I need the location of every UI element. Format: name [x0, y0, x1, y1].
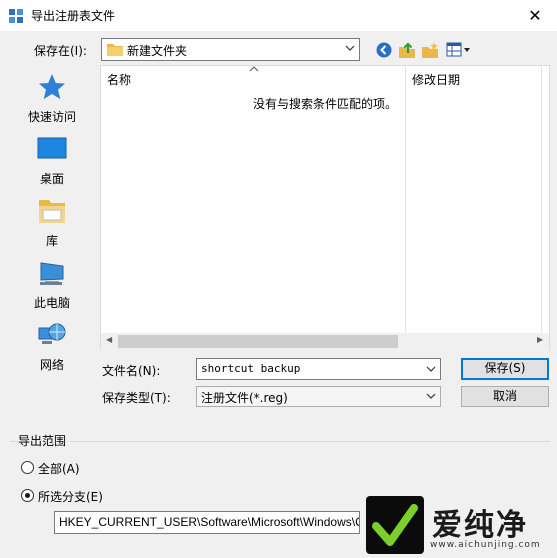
file-type-dropdown[interactable]: 注册文件(*.reg) [196, 386, 441, 407]
watermark-url: www.aichunjing.com [430, 540, 541, 550]
save-in-label: 保存在(I): [34, 44, 87, 58]
location-value: 新建文件夹 [127, 44, 188, 58]
column-divider[interactable] [405, 66, 406, 333]
place-label: 此电脑 [33, 296, 70, 310]
library-icon [39, 200, 65, 223]
watermark-text: 爱纯净 [432, 508, 528, 543]
sort-ascending-icon [249, 66, 259, 72]
watermark-logo [366, 496, 424, 554]
file-name-input[interactable]: shortcut backup [196, 358, 441, 380]
radio-all-label[interactable]: 全部(A) [38, 460, 80, 477]
export-range-title: 导出范围 [18, 432, 71, 449]
computer-icon [40, 262, 64, 285]
scroll-left-icon[interactable]: ◀ [106, 335, 112, 344]
radio-selected-branch-label[interactable]: 所选分支(E) [38, 488, 103, 505]
place-label: 网络 [39, 358, 64, 372]
chevron-down-icon [345, 45, 355, 51]
regedit-icon [9, 9, 23, 23]
checkmark-logo-icon [372, 504, 418, 546]
column-divider[interactable] [541, 66, 542, 333]
branch-path-value: HKEY_CURRENT_USER\Software\Microsoft\Win… [59, 515, 359, 529]
scrollbar-thumb[interactable] [118, 335, 398, 348]
place-label: 库 [45, 234, 58, 248]
place-label: 桌面 [39, 172, 64, 186]
group-divider [10, 441, 550, 442]
place-quick-access[interactable]: 快速访问 [14, 70, 90, 132]
file-name-label: 文件名(N): [102, 364, 161, 378]
back-icon[interactable] [376, 42, 392, 58]
horizontal-scrollbar[interactable]: ◀ ▶ [101, 333, 549, 350]
file-type-value: 注册文件(*.reg) [201, 391, 288, 405]
desktop-icon [37, 137, 67, 159]
folder-icon [107, 44, 123, 56]
close-button[interactable]: ✕ [513, 0, 557, 31]
chevron-down-icon[interactable] [426, 365, 436, 373]
file-list[interactable]: 名称 修改日期 没有与搜索条件匹配的项。 ◀ ▶ [100, 65, 550, 350]
file-name-value: shortcut backup [201, 362, 301, 375]
place-desktop[interactable]: 桌面 [14, 132, 90, 194]
radio-all[interactable] [21, 461, 34, 474]
branch-path-input[interactable]: HKEY_CURRENT_USER\Software\Microsoft\Win… [54, 511, 360, 534]
cancel-button[interactable]: 取消 [461, 386, 549, 407]
chevron-down-icon [426, 393, 436, 399]
scroll-right-icon[interactable]: ▶ [537, 335, 543, 344]
new-folder-icon[interactable] [421, 41, 439, 59]
place-library[interactable]: 库 [14, 194, 90, 256]
column-header-name[interactable]: 名称 [107, 71, 131, 88]
window-title: 导出注册表文件 [31, 9, 116, 23]
view-menu-icon[interactable] [446, 42, 472, 58]
title-bar: 导出注册表文件 ✕ [0, 0, 557, 31]
radio-selected-branch[interactable] [21, 489, 34, 502]
network-icon [38, 323, 66, 344]
star-icon [39, 74, 65, 99]
place-label: 快速访问 [27, 110, 76, 124]
place-this-pc[interactable]: 此电脑 [14, 256, 90, 318]
close-icon: ✕ [528, 6, 542, 25]
location-dropdown[interactable]: 新建文件夹 [101, 38, 360, 61]
empty-message: 没有与搜索条件匹配的项。 [253, 97, 398, 111]
place-network[interactable]: 网络 [14, 318, 90, 380]
column-header-date[interactable]: 修改日期 [412, 71, 460, 88]
up-folder-icon[interactable] [398, 41, 416, 59]
file-type-label: 保存类型(T): [102, 391, 171, 405]
save-button[interactable]: 保存(S) [461, 358, 549, 380]
